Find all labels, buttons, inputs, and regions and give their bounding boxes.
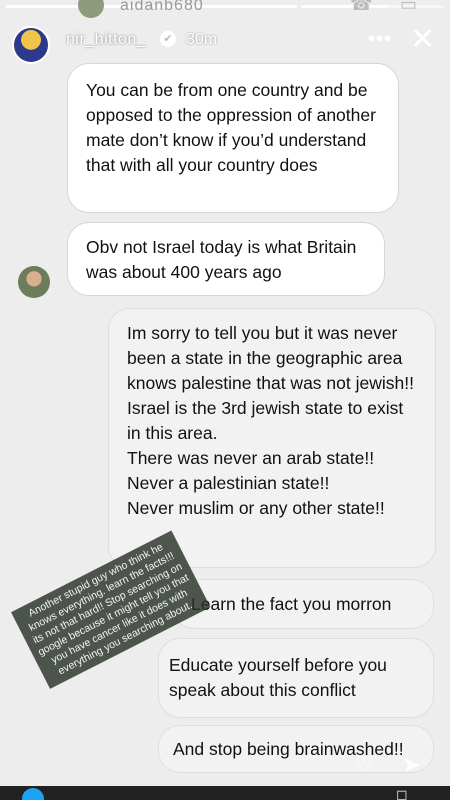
call-icon: ☎ [350, 0, 373, 14]
more-options-icon[interactable]: ••• [368, 28, 392, 51]
previous-username: aidanb680 [120, 0, 204, 14]
story-timestamp: 30m [186, 31, 218, 48]
message-bubble-incoming: Obv not Israel today is what Britain was… [67, 222, 385, 296]
message-line: Never a palestinian state!! [127, 473, 330, 493]
story-header: nir_bitton_ ✔ 30m ••• ✕ [0, 22, 450, 66]
camera-icon[interactable]: ◻ [396, 786, 408, 800]
message-bubble-incoming: You can be from one country and be oppos… [67, 63, 399, 213]
video-call-icon: ▭ [400, 0, 418, 14]
sender-avatar [18, 266, 50, 298]
message-line: Im sorry to tell you but it was never be… [127, 323, 414, 393]
verified-icon: ✔ [160, 31, 176, 47]
story-author-username[interactable]: nir_bitton_ [66, 31, 146, 49]
message-line: Israel is the 3rd jewish state to exist … [127, 398, 404, 443]
message-bubble-outgoing: And stop being brainwashed!! [158, 725, 434, 773]
previous-story-row: aidanb680 ☎ ▭ [0, 0, 450, 20]
heart-icon[interactable]: ♡ [354, 752, 374, 778]
message-bubble-outgoing: Educate yourself before you speak about … [158, 638, 434, 718]
bottom-bar [0, 786, 450, 800]
previous-avatar [78, 0, 104, 18]
send-icon[interactable]: ➤ [402, 752, 420, 778]
message-bubble-outgoing: Learn the fact you morron [172, 579, 434, 629]
story-author-avatar[interactable] [12, 26, 50, 64]
message-line: There was never an arab state!! [127, 448, 375, 468]
close-icon[interactable]: ✕ [410, 22, 435, 58]
message-line: Never muslim or any other state!! [127, 498, 385, 518]
